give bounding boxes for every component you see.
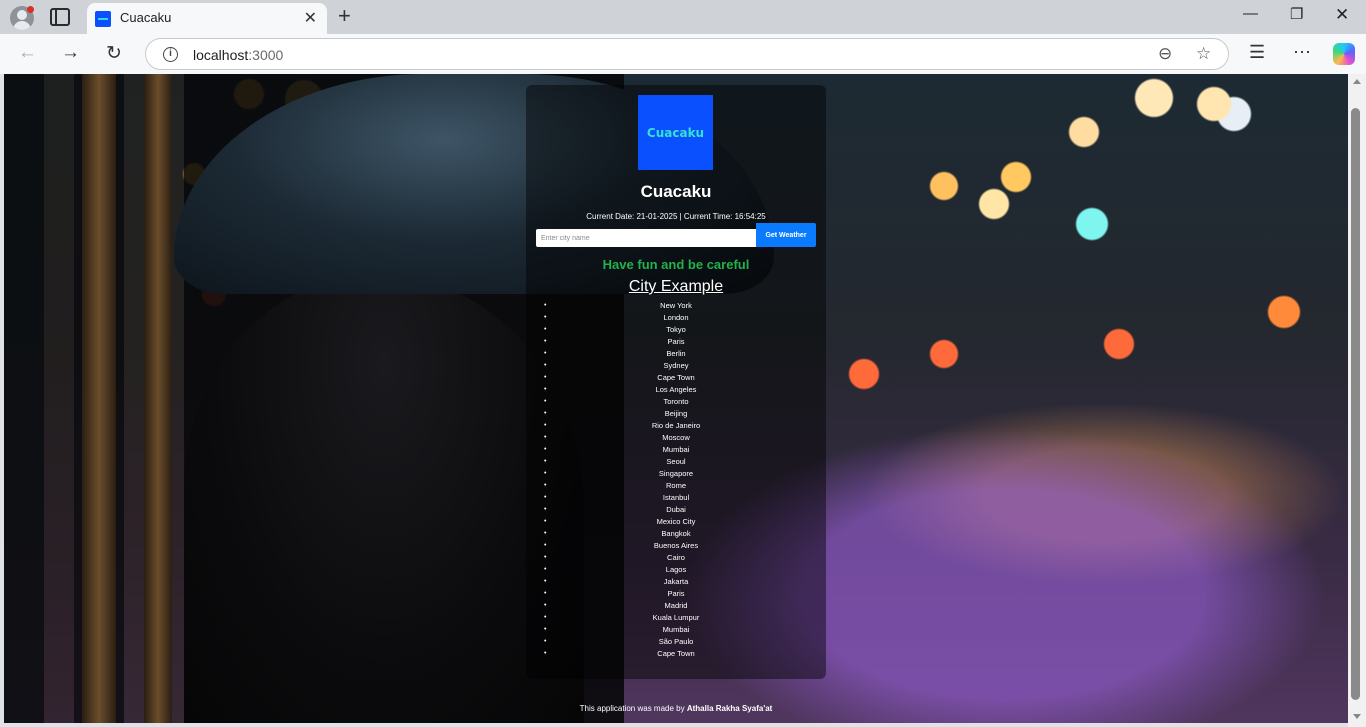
minimize-icon[interactable]: —	[1243, 5, 1258, 22]
get-weather-button[interactable]: Get Weather	[756, 223, 816, 247]
url-port: :3000	[248, 47, 284, 63]
scroll-down-icon[interactable]	[1353, 714, 1361, 719]
list-item: Beijing	[526, 408, 826, 420]
list-item: Sydney	[526, 360, 826, 372]
page-scrollbar[interactable]	[1348, 74, 1366, 727]
list-item: Berlin	[526, 348, 826, 360]
list-item: Mumbai	[526, 444, 826, 456]
list-item: Los Angeles	[526, 384, 826, 396]
city-search-input[interactable]	[536, 229, 756, 247]
list-item: Cape Town	[526, 648, 826, 660]
list-item: London	[526, 312, 826, 324]
zoom-out-icon[interactable]: ⊖	[1158, 44, 1172, 64]
star-icon[interactable]: ☆	[1196, 44, 1211, 64]
app-logo: Cuacaku	[638, 95, 713, 170]
copilot-icon[interactable]	[1333, 43, 1355, 65]
footer-credit: This application was made by Athalla Rak…	[4, 704, 1348, 713]
list-item: Istanbul	[526, 492, 826, 504]
window-bottom-edge	[0, 723, 1348, 727]
more-icon[interactable]: ⋯	[1293, 42, 1311, 63]
list-item: Seoul	[526, 456, 826, 468]
notification-dot	[27, 6, 34, 13]
scroll-thumb[interactable]	[1351, 108, 1360, 700]
current-datetime: Current Date: 21-01-2025 | Current Time:…	[586, 212, 766, 221]
arrow-left-icon[interactable]: ←	[18, 42, 37, 64]
tab-title: Cuacaku	[120, 10, 172, 25]
city-example-list: New York London Tokyo Paris Berlin Sydne…	[526, 300, 826, 660]
url-text[interactable]: localhost:3000	[193, 47, 283, 63]
browser-nav-bar: ← → ↻ i localhost:3000 ⊖ ☆ ☰ ⋯	[0, 34, 1366, 74]
address-bar[interactable]: i localhost:3000 ⊖ ☆	[145, 38, 1229, 70]
browser-tab[interactable]: Cuacaku ✕	[87, 3, 327, 34]
list-item: Tokyo	[526, 324, 826, 336]
list-item: New York	[526, 300, 826, 312]
close-icon[interactable]: ✕	[304, 8, 317, 28]
reload-icon[interactable]: ↻	[106, 42, 122, 65]
list-item: Cape Town	[526, 372, 826, 384]
cuacaku-favicon	[95, 11, 111, 27]
list-item: Mexico City	[526, 516, 826, 528]
page-viewport: Cuacaku Cuacaku Current Date: 21-01-2025…	[4, 74, 1348, 723]
list-item: Toronto	[526, 396, 826, 408]
list-item: Dubai	[526, 504, 826, 516]
url-host: localhost	[193, 47, 249, 63]
motto-text: Have fun and be careful	[602, 257, 750, 272]
browser-tab-bar: Cuacaku ✕ + — ❐ ✕	[0, 0, 1366, 34]
footer-prefix: This application was made by	[579, 704, 685, 713]
list-item: São Paulo	[526, 636, 826, 648]
list-item: Jakarta	[526, 576, 826, 588]
list-item: Rio de Janeiro	[526, 420, 826, 432]
weather-card: Cuacaku Cuacaku Current Date: 21-01-2025…	[526, 85, 826, 679]
list-item: Madrid	[526, 600, 826, 612]
list-item: Rome	[526, 480, 826, 492]
list-item: Moscow	[526, 432, 826, 444]
logo-text: Cuacaku	[646, 125, 705, 140]
background-pole	[82, 74, 116, 723]
arrow-right-icon[interactable]: →	[61, 42, 80, 64]
list-item: Lagos	[526, 564, 826, 576]
restore-icon[interactable]: ❐	[1290, 5, 1303, 23]
list-item: Buenos Aires	[526, 540, 826, 552]
window-close-icon[interactable]: ✕	[1335, 5, 1349, 25]
list-item: Mumbai	[526, 624, 826, 636]
list-item: Kuala Lumpur	[526, 612, 826, 624]
list-item: Paris	[526, 588, 826, 600]
background-pole	[144, 74, 172, 723]
list-item: Cairo	[526, 552, 826, 564]
plus-icon[interactable]: +	[338, 3, 351, 29]
list-item: Singapore	[526, 468, 826, 480]
tab-actions-icon[interactable]	[50, 8, 70, 26]
scroll-up-icon[interactable]	[1353, 79, 1361, 84]
list-item: Bangkok	[526, 528, 826, 540]
city-example-heading: City Example	[628, 278, 724, 295]
info-icon[interactable]: i	[163, 47, 178, 62]
favorites-icon[interactable]: ☰	[1249, 42, 1265, 63]
list-item: Paris	[526, 336, 826, 348]
app-title: Cuacaku	[640, 182, 712, 201]
footer-author: Athalla Rakha Syafa'at	[686, 704, 773, 713]
